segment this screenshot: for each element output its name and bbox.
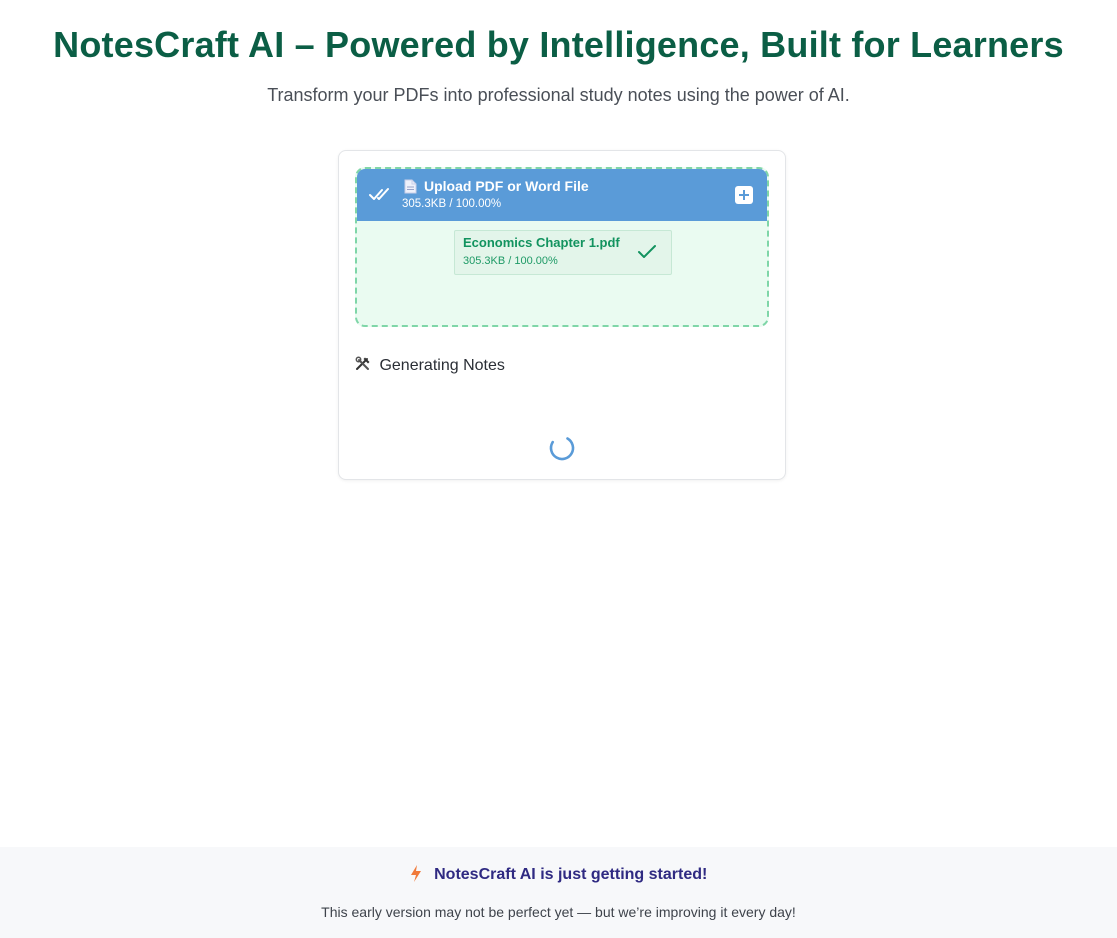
footer-headline: NotesCraft AI is just getting started! xyxy=(0,865,1117,887)
page: NotesCraft AI – Powered by Intelligence,… xyxy=(0,0,1117,938)
lightning-icon xyxy=(410,865,422,887)
document-icon xyxy=(404,179,417,199)
upload-title: Upload PDF or Word File xyxy=(424,178,589,194)
footer: NotesCraft AI is just getting started! T… xyxy=(0,847,1117,938)
upload-card: Upload PDF or Word File 305.3KB / 100.00… xyxy=(338,150,786,480)
file-dropzone[interactable]: Upload PDF or Word File 305.3KB / 100.00… xyxy=(355,167,769,327)
page-title: NotesCraft AI – Powered by Intelligence,… xyxy=(53,24,1064,65)
footer-headline-text: NotesCraft AI is just getting started! xyxy=(434,866,708,883)
hammer-wrench-icon xyxy=(355,356,371,372)
status-text: Generating Notes xyxy=(379,357,505,374)
double-check-icon xyxy=(369,185,393,208)
check-icon xyxy=(637,244,657,265)
add-file-button[interactable] xyxy=(735,186,753,204)
upload-progress: 305.3KB / 100.00% xyxy=(402,198,502,210)
page-subtitle: Transform your PDFs into professional st… xyxy=(267,85,850,105)
generation-status: Generating Notes xyxy=(355,356,505,375)
upload-header[interactable]: Upload PDF or Word File 305.3KB / 100.00… xyxy=(357,169,767,221)
footer-note: This early version may not be perfect ye… xyxy=(321,904,796,920)
uploaded-file-item: Economics Chapter 1.pdf 305.3KB / 100.00… xyxy=(454,230,672,275)
loading-spinner xyxy=(548,434,576,462)
file-name: Economics Chapter 1.pdf xyxy=(463,235,620,250)
file-progress: 305.3KB / 100.00% xyxy=(463,255,558,267)
